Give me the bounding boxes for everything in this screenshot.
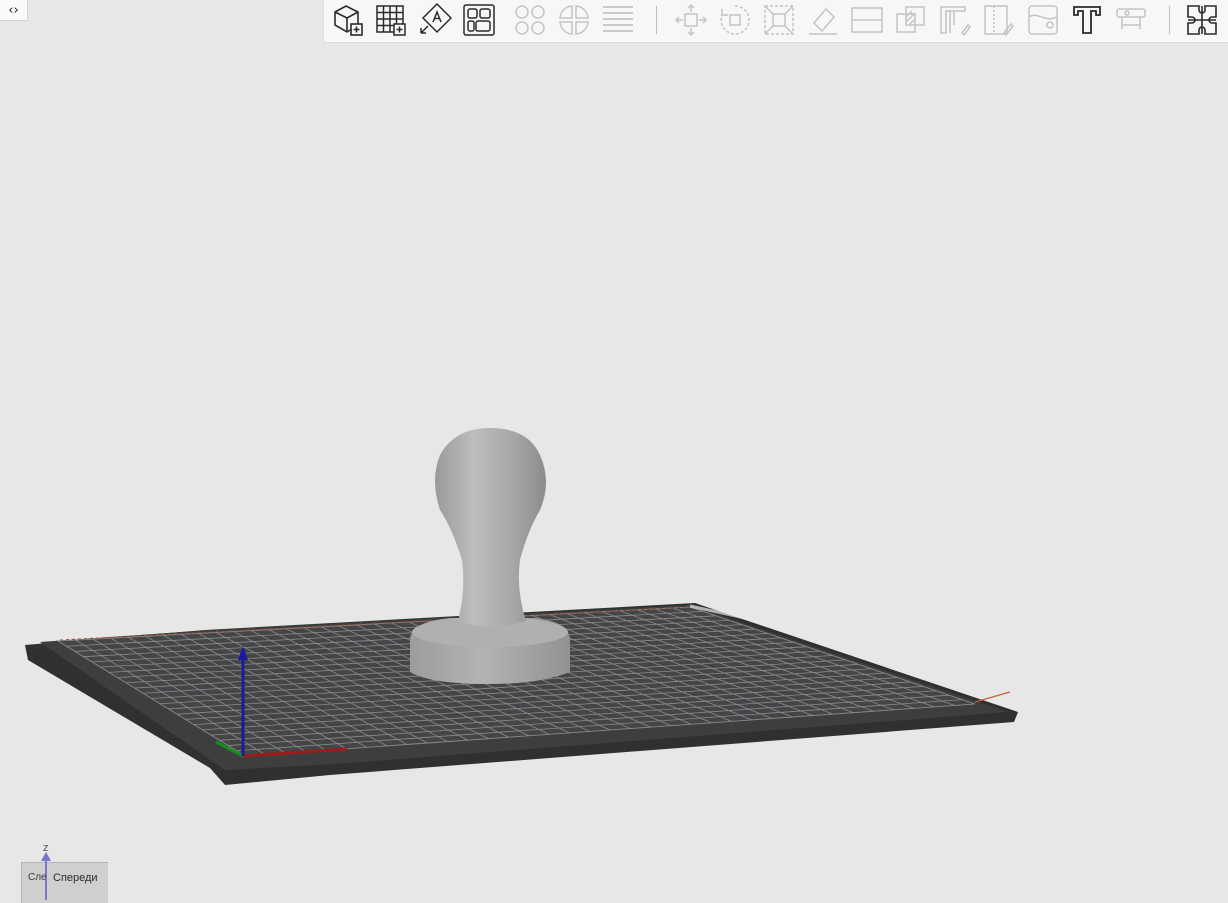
boolean-button[interactable] [893,2,929,38]
seam-paint-icon [984,5,1014,37]
toolbar-separator [1169,6,1170,34]
collapse-toggle-label: ‹› [8,2,19,18]
seam-paint-button[interactable] [981,2,1017,38]
toolbar-separator [656,6,657,34]
measure-icon [1116,8,1146,29]
3d-scene [25,428,1018,785]
cut-button[interactable] [849,2,885,38]
arrange-button[interactable] [461,2,497,38]
lay-on-face-button[interactable] [805,2,841,38]
color-paint-button[interactable] [1025,2,1061,38]
text-emboss-icon [1073,6,1101,34]
sidebar-collapse-toggle[interactable]: ‹› [0,0,28,21]
rotate-icon [720,5,750,35]
cut-icon [851,7,883,33]
auto-orient-button[interactable] [417,2,453,38]
3d-viewport[interactable] [0,43,1228,900]
split-to-objects-icon [515,5,545,35]
measure-button[interactable] [1113,2,1149,38]
boolean-icon [896,6,925,33]
rotate-button[interactable] [717,2,753,38]
arrange-icon [463,4,495,36]
view-cube-front-label: Спереди [53,872,98,884]
top-toolbar [323,0,1228,43]
tamper-model[interactable] [410,428,570,684]
view-cube-left-label: Сле [28,872,47,883]
add-plate-button[interactable] [373,2,409,38]
split-objects-button[interactable] [512,2,548,38]
move-icon [674,3,708,37]
assembly-button[interactable] [1184,2,1220,38]
view-cube[interactable]: z Сле Спереди [18,842,110,903]
color-paint-icon [1028,5,1058,35]
scale-icon [764,5,794,35]
text-emboss-button[interactable] [1069,2,1105,38]
scale-button[interactable] [761,2,797,38]
variable-layer-height-icon [603,6,633,32]
add-cube-icon [334,5,363,36]
support-paint-button[interactable] [937,2,973,38]
move-button[interactable] [673,2,709,38]
assembly-puzzle-icon [1187,5,1217,35]
lay-on-face-icon [809,7,837,35]
split-to-parts-icon [559,5,589,35]
split-parts-button[interactable] [556,2,592,38]
support-paint-icon [940,6,971,37]
add-grid-plate-icon [376,5,406,36]
layers-button[interactable] [600,2,636,38]
add-object-button[interactable] [330,2,366,38]
auto-orient-icon [420,3,452,34]
